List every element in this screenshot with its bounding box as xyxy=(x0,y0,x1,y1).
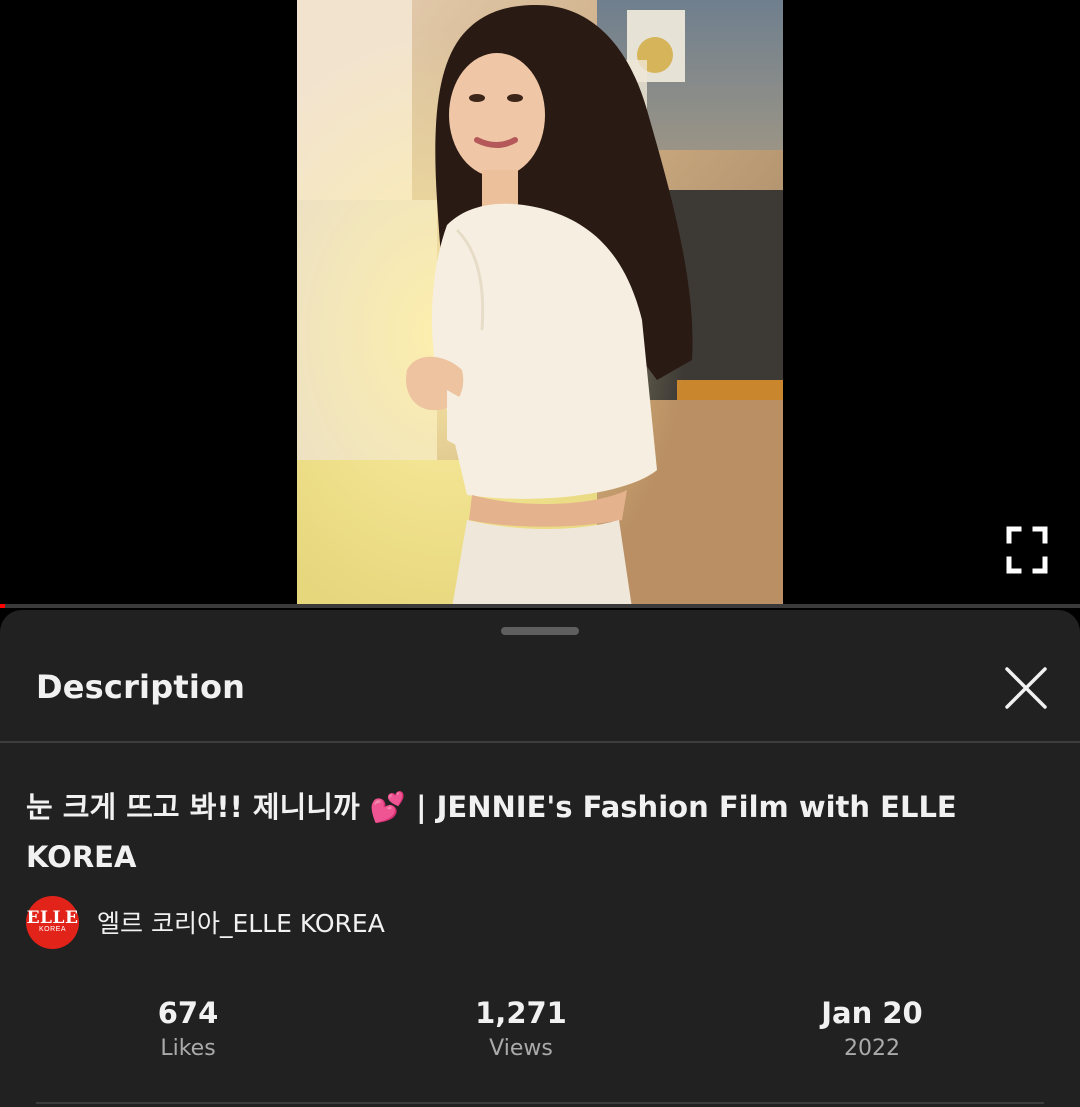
progress-bar[interactable] xyxy=(0,604,1080,608)
description-sheet: Description 눈 크게 뜨고 봐!! 제니니까 💕 | JENNIE'… xyxy=(0,610,1080,1107)
header-divider xyxy=(0,741,1080,743)
channel-avatar[interactable]: ELLE KOREA xyxy=(26,895,79,949)
stat-value: 674 xyxy=(157,996,219,1030)
avatar-logo-text: ELLE xyxy=(26,907,79,928)
progress-fill xyxy=(0,604,6,608)
stat-label: Views xyxy=(489,1036,553,1061)
avatar-logo-subtext: KOREA xyxy=(38,925,66,933)
fullscreen-icon xyxy=(1006,526,1048,574)
stat-value: 1,271 xyxy=(475,996,567,1030)
stat-views: 1,271 Views xyxy=(401,995,641,1063)
video-player[interactable] xyxy=(0,0,1080,608)
sheet-title: Description xyxy=(36,668,246,706)
stats-divider xyxy=(36,1102,1044,1104)
stat-date: Jan 20 2022 xyxy=(752,995,992,1063)
close-button[interactable] xyxy=(1003,665,1049,711)
channel-name[interactable]: 엘르 코리아_ELLE KOREA xyxy=(97,904,385,940)
two-hearts-emoji: 💕 xyxy=(369,790,406,824)
close-icon xyxy=(1005,667,1047,709)
stat-likes: 674 Likes xyxy=(68,995,308,1063)
video-title-text: 눈 크게 뜨고 봐!! 제니니까 xyxy=(26,790,360,824)
channel-row[interactable]: ELLE KOREA 엘르 코리아_ELLE KOREA xyxy=(26,895,385,949)
fullscreen-button[interactable] xyxy=(1005,525,1049,575)
video-title: 눈 크게 뜨고 봐!! 제니니까 💕 | JENNIE's Fashion Fi… xyxy=(26,782,1016,882)
video-frame[interactable] xyxy=(297,0,783,608)
stat-label: 2022 xyxy=(844,1036,900,1061)
drag-handle[interactable] xyxy=(501,627,579,635)
stat-value: Jan 20 xyxy=(821,996,923,1030)
stat-label: Likes xyxy=(160,1036,216,1061)
video-frame-image xyxy=(297,0,783,608)
